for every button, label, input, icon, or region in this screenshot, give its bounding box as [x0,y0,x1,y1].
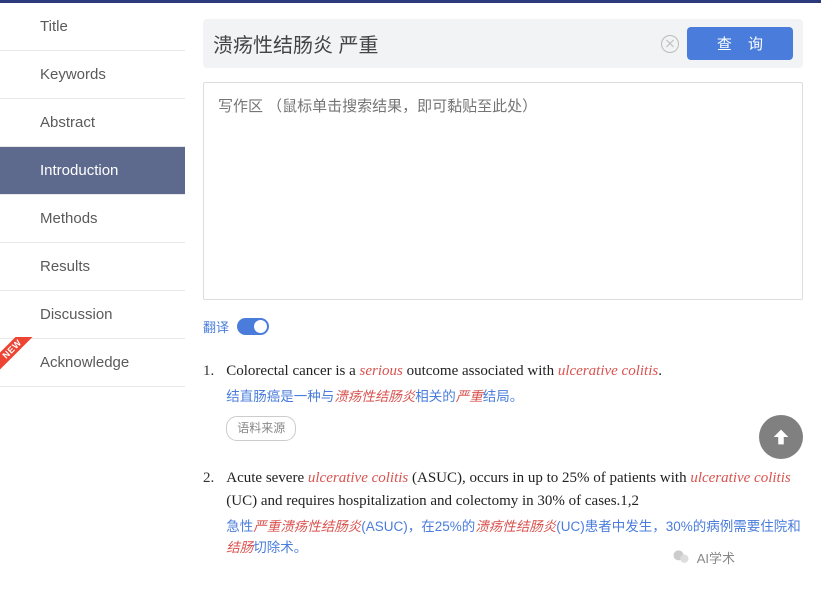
result-body: Colorectal cancer is a serious outcome a… [226,360,803,441]
sidebar-item-title[interactable]: Title [0,3,185,51]
result-english: Colorectal cancer is a serious outcome a… [226,360,803,383]
clear-icon[interactable] [661,35,679,53]
wechat-icon [671,547,691,567]
result-item[interactable]: 1. Colorectal cancer is a serious outcome… [203,360,803,441]
new-ribbon-icon [0,337,34,373]
translate-label: 翻译 [203,317,229,336]
sidebar-item-label: Methods [40,210,98,227]
main-content: 查 询 翻译 1. Colorectal cancer is a serious … [185,3,821,591]
wechat-badge: AI学术 [665,545,741,569]
sidebar-item-label: Introduction [40,162,118,179]
search-input[interactable] [213,32,653,55]
sidebar-item-introduction[interactable]: Introduction [0,147,185,195]
result-number: 1. [203,360,214,441]
sidebar: Title Keywords Abstract Introduction Methods… [0,3,185,591]
result-number: 2. [203,467,214,559]
sidebar-item-label: Acknowledge [40,354,129,371]
sidebar-item-label: Keywords [40,66,106,83]
wechat-label: AI学术 [697,548,735,567]
chevron-up-icon [770,426,792,448]
translate-toggle[interactable] [237,318,269,335]
sidebar-item-acknowledge[interactable]: Acknowledge [0,339,185,387]
sidebar-item-label: Discussion [40,306,113,323]
sidebar-item-methods[interactable]: Methods [0,195,185,243]
search-bar: 查 询 [203,19,803,68]
result-chinese: 结直肠癌是一种与溃疡性结肠炎相关的严重结局。 [226,387,803,408]
writing-textarea[interactable] [203,82,803,300]
results-list: 1. Colorectal cancer is a serious outcome… [203,360,803,559]
sidebar-item-label: Abstract [40,114,95,131]
source-tag[interactable]: 语料来源 [226,416,296,441]
scroll-top-button[interactable] [759,415,803,459]
translate-row: 翻译 [203,317,803,336]
query-button[interactable]: 查 询 [687,27,793,60]
sidebar-item-label: Results [40,258,90,275]
sidebar-item-discussion[interactable]: Discussion [0,291,185,339]
sidebar-item-results[interactable]: Results [0,243,185,291]
sidebar-item-keywords[interactable]: Keywords [0,51,185,99]
sidebar-item-abstract[interactable]: Abstract [0,99,185,147]
result-english: Acute severe ulcerative colitis (ASUC), … [226,467,803,514]
sidebar-item-label: Title [40,18,68,35]
